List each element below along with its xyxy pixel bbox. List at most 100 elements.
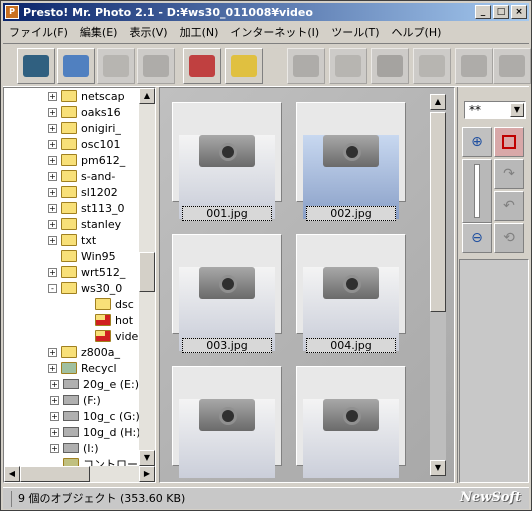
expand-toggle[interactable]: + bbox=[48, 139, 57, 149]
thumbnail-frame[interactable] bbox=[296, 102, 406, 219]
thumbnail-item[interactable] bbox=[172, 366, 282, 478]
tree-item[interactable]: + stanley bbox=[48, 216, 121, 232]
expand-toggle[interactable]: + bbox=[50, 427, 59, 437]
chevron-down-icon[interactable]: ▼ bbox=[510, 103, 524, 117]
tree-item[interactable]: + wrt512_ bbox=[48, 264, 125, 280]
expand-toggle[interactable]: + bbox=[48, 219, 57, 229]
app-icon[interactable]: P bbox=[5, 5, 19, 19]
menu-edit[interactable]: 編集(E) bbox=[74, 24, 124, 40]
zoom-slider[interactable] bbox=[462, 159, 492, 223]
toolbar-button-webcam[interactable] bbox=[493, 48, 531, 84]
tree-item[interactable]: + oaks16 bbox=[48, 104, 121, 120]
rotate-button[interactable]: ⟲ bbox=[494, 223, 524, 253]
expand-toggle[interactable]: + bbox=[50, 395, 59, 405]
minimize-button[interactable]: _ bbox=[475, 5, 491, 19]
expand-toggle[interactable]: + bbox=[48, 155, 57, 165]
expand-toggle[interactable]: + bbox=[50, 379, 59, 389]
tree-item[interactable]: Win95 bbox=[48, 248, 116, 264]
select-rect-button[interactable] bbox=[494, 127, 524, 157]
thumbnail-frame[interactable] bbox=[172, 366, 282, 478]
thumbnail-item[interactable]: 003.jpg bbox=[172, 234, 282, 358]
tree-item[interactable]: + osc101 bbox=[48, 136, 121, 152]
maximize-button[interactable]: □ bbox=[493, 5, 509, 19]
thumbnail-frame[interactable] bbox=[296, 366, 406, 478]
gallery-scroll-up-button[interactable]: ▲ bbox=[430, 94, 446, 110]
thumbnail-filename[interactable]: 003.jpg bbox=[182, 338, 272, 353]
tree-item[interactable]: + (F:) bbox=[50, 392, 101, 408]
expand-toggle[interactable]: + bbox=[48, 363, 57, 373]
tree-item[interactable]: + st113_0 bbox=[48, 200, 125, 216]
toolbar-button-edit-photo[interactable] bbox=[287, 48, 325, 84]
toolbar-button-magnify-photo[interactable] bbox=[183, 48, 221, 84]
thumbnail-item[interactable]: 001.jpg bbox=[172, 102, 282, 226]
expand-toggle[interactable]: + bbox=[48, 267, 57, 277]
tree-item[interactable]: vide bbox=[82, 328, 138, 344]
tree-item[interactable]: + pm612_ bbox=[48, 152, 125, 168]
thumbnail-image[interactable] bbox=[303, 399, 399, 478]
tree-item[interactable]: + Recycl bbox=[48, 360, 117, 376]
toolbar-button-box[interactable] bbox=[137, 48, 175, 84]
zoom-out-button[interactable]: ⊖ bbox=[462, 223, 492, 253]
expand-toggle[interactable]: + bbox=[48, 235, 57, 245]
toolbar-button-printer[interactable] bbox=[413, 48, 451, 84]
thumbnail-item[interactable] bbox=[296, 366, 406, 478]
tree-item[interactable]: + netscap bbox=[48, 88, 125, 104]
tree-item[interactable]: - ws30_0 bbox=[48, 280, 122, 296]
tree-item[interactable]: + txt bbox=[48, 232, 96, 248]
menu-tools[interactable]: ツール(T) bbox=[325, 24, 385, 40]
thumbnail-frame[interactable] bbox=[172, 102, 282, 219]
toolbar-button-import[interactable] bbox=[97, 48, 135, 84]
thumbnail-item[interactable]: 002.jpg bbox=[296, 102, 406, 226]
expand-toggle[interactable]: + bbox=[48, 347, 57, 357]
thumbnail-filename[interactable]: 001.jpg bbox=[182, 206, 272, 221]
thumbnail-frame[interactable] bbox=[296, 234, 406, 351]
expand-toggle[interactable]: + bbox=[48, 187, 57, 197]
gallery-scroll-thumb[interactable] bbox=[430, 112, 446, 312]
tree-vertical-scrollbar[interactable]: ▲ ▼ bbox=[139, 88, 155, 466]
expand-toggle[interactable]: + bbox=[48, 107, 57, 117]
menu-process[interactable]: 加工(N) bbox=[174, 24, 225, 40]
zoom-combo[interactable]: ** ▼ bbox=[464, 101, 526, 119]
tree-scroll-thumb[interactable] bbox=[139, 252, 155, 292]
expand-toggle[interactable]: + bbox=[50, 443, 59, 453]
thumbnail-filename[interactable]: 004.jpg bbox=[306, 338, 396, 353]
toolbar-button-camera[interactable] bbox=[17, 48, 55, 84]
expand-toggle[interactable]: + bbox=[48, 91, 57, 101]
tree-horizontal-scrollbar[interactable]: ◀ ▶ bbox=[4, 466, 155, 482]
tree-scroll-down-button[interactable]: ▼ bbox=[139, 450, 155, 466]
toolbar-button-folder[interactable] bbox=[225, 48, 263, 84]
menu-internet[interactable]: インターネット(I) bbox=[224, 24, 325, 40]
undo-button[interactable]: ↶ bbox=[494, 191, 524, 221]
gallery-vertical-scrollbar[interactable]: ▲ ▼ bbox=[430, 94, 446, 476]
gallery-scroll-down-button[interactable]: ▼ bbox=[430, 460, 446, 476]
tree-hscroll-thumb[interactable] bbox=[20, 466, 90, 482]
expand-toggle[interactable]: + bbox=[48, 171, 57, 181]
tree-item[interactable]: + sl1202 bbox=[48, 184, 118, 200]
toolbar-button-scanner[interactable] bbox=[57, 48, 95, 84]
tree-item[interactable]: hot bbox=[82, 312, 133, 328]
zoom-in-button[interactable]: ⊕ bbox=[462, 127, 492, 157]
tree-scroll-left-button[interactable]: ◀ bbox=[4, 466, 20, 482]
menu-view[interactable]: 表示(V) bbox=[123, 24, 173, 40]
thumbnail-frame[interactable] bbox=[172, 234, 282, 351]
thumbnail-filename[interactable]: 002.jpg bbox=[306, 206, 396, 221]
tree-item[interactable]: + s-and- bbox=[48, 168, 115, 184]
tree-item[interactable]: +10g_c (G:) bbox=[50, 408, 140, 424]
tree-item[interactable]: + (I:) bbox=[50, 440, 99, 456]
thumbnail-item[interactable]: 004.jpg bbox=[296, 234, 406, 358]
expand-toggle[interactable]: + bbox=[48, 203, 57, 213]
tree-item[interactable]: +20g_e (E:) bbox=[50, 376, 139, 392]
toolbar-button-film-reel[interactable] bbox=[371, 48, 409, 84]
tree-item[interactable]: + z800a_ bbox=[48, 344, 120, 360]
thumbnail-image[interactable] bbox=[179, 399, 275, 478]
close-button[interactable]: × bbox=[511, 5, 527, 19]
expand-toggle[interactable]: + bbox=[50, 411, 59, 421]
tree-scroll-right-button[interactable]: ▶ bbox=[139, 466, 155, 482]
expand-toggle[interactable]: + bbox=[48, 123, 57, 133]
expand-toggle[interactable]: - bbox=[48, 283, 57, 293]
toolbar-button-paint[interactable] bbox=[329, 48, 367, 84]
redo-button[interactable]: ↷ bbox=[494, 159, 524, 189]
tree-scroll-up-button[interactable]: ▲ bbox=[139, 88, 155, 104]
tree-item[interactable]: +10g_d (H:) bbox=[50, 424, 141, 440]
menu-help[interactable]: ヘルプ(H) bbox=[386, 24, 448, 40]
